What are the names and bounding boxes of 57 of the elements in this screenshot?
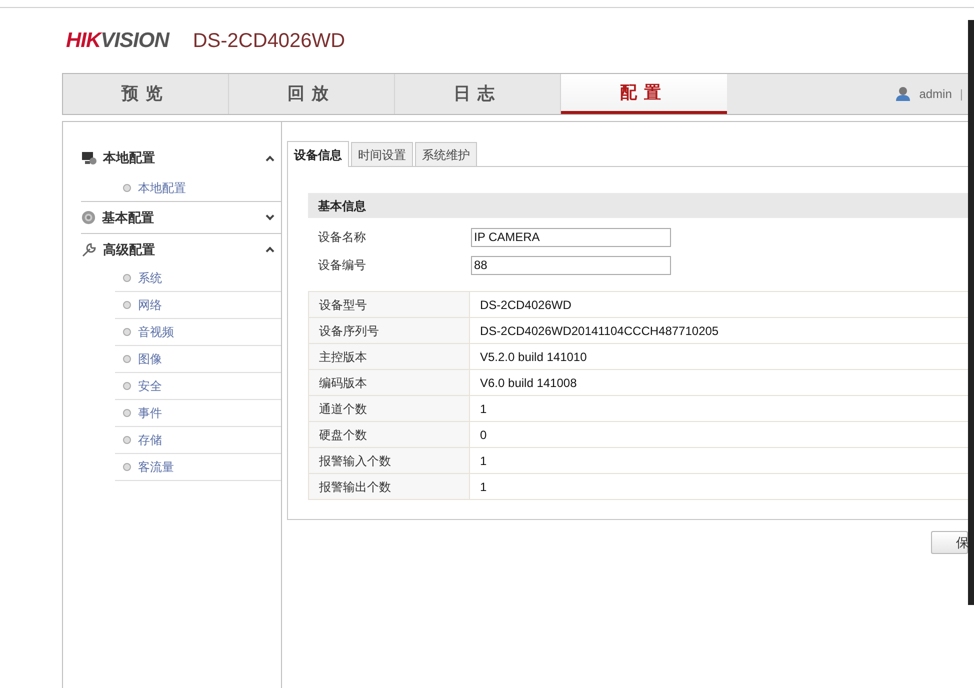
table-cell: 编码版本 xyxy=(309,370,470,395)
bullet-icon xyxy=(123,301,131,309)
sidebar-group[interactable]: 本地配置 xyxy=(103,148,261,168)
sidebar-item[interactable]: 本地配置 xyxy=(138,178,186,196)
table-cell: 设备序列号 xyxy=(309,318,470,343)
table-cell-text: DS-2CD4026WD20141104CCCH487710205 xyxy=(479,322,720,340)
gear-icon xyxy=(81,210,96,225)
input-field[interactable]: IP CAMERA xyxy=(471,228,671,246)
sidebar-group[interactable]: 基本配置 xyxy=(102,208,261,228)
sidebar-item[interactable]: 图像 xyxy=(138,350,162,368)
sidebar-group[interactable]: 高级配置 xyxy=(103,240,261,260)
sidebar-item[interactable]: 客流量 xyxy=(138,458,174,476)
user-icon xyxy=(895,86,912,102)
sidebar-item[interactable]: 事件 xyxy=(138,404,162,422)
table-cell: 设备型号 xyxy=(309,292,470,317)
save-button[interactable]: 保 xyxy=(931,531,968,554)
sidebar-item[interactable]: 网络 xyxy=(138,296,162,314)
tab[interactable]: 系统维护 xyxy=(415,142,477,166)
brand-logo: HIKVISION xyxy=(66,28,169,54)
bullet-icon xyxy=(123,463,131,471)
field-label: 设备编号 xyxy=(318,257,367,274)
table-cell-text: 0 xyxy=(479,426,488,444)
table-cell: 报警输入个数 xyxy=(309,448,470,473)
table-cell-text: 1 xyxy=(479,400,488,418)
bullet-icon xyxy=(123,382,131,390)
bullet-icon xyxy=(123,274,131,282)
table-cell: 通道个数 xyxy=(309,396,470,421)
device-model-title: DS-2CD4026WD xyxy=(192,28,346,54)
username[interactable]: admin xyxy=(919,85,952,103)
bullet-icon xyxy=(123,328,131,336)
bullet-icon xyxy=(123,184,131,192)
monitor-gear-icon xyxy=(81,150,97,166)
table-cell: 硬盘个数 xyxy=(309,422,470,447)
sidebar-item[interactable]: 安全 xyxy=(138,377,162,395)
sidebar-item[interactable]: 存储 xyxy=(138,431,162,449)
tab[interactable]: 设备信息 xyxy=(287,141,349,167)
sidebar-item[interactable]: 音视频 xyxy=(138,323,174,341)
table-cell: 主控版本 xyxy=(309,344,470,369)
bullet-icon xyxy=(123,409,131,417)
table-cell-text: 1 xyxy=(479,452,488,470)
table-cell: 报警输出个数 xyxy=(309,474,470,499)
input-field[interactable]: 88 xyxy=(471,256,671,274)
sidebar-item[interactable]: 系统 xyxy=(138,269,162,287)
nav-tab[interactable]: 配置 xyxy=(561,74,727,114)
wrench-icon xyxy=(81,242,97,258)
field-label: 设备名称 xyxy=(318,229,367,246)
table-cell-text: V5.2.0 build 141010 xyxy=(479,348,588,366)
bullet-icon xyxy=(123,355,131,363)
chevron-icon[interactable] xyxy=(266,155,274,164)
separator: | xyxy=(960,86,963,103)
table-cell-text: DS-2CD4026WD xyxy=(479,296,572,314)
tab[interactable]: 时间设置 xyxy=(351,142,413,166)
table-cell-text: V6.0 build 141008 xyxy=(479,374,578,392)
nav-tab[interactable]: 回放 xyxy=(229,74,395,114)
bullet-icon xyxy=(123,436,131,444)
table-cell-text: 1 xyxy=(479,478,488,496)
nav-tab[interactable]: 预览 xyxy=(63,74,229,114)
